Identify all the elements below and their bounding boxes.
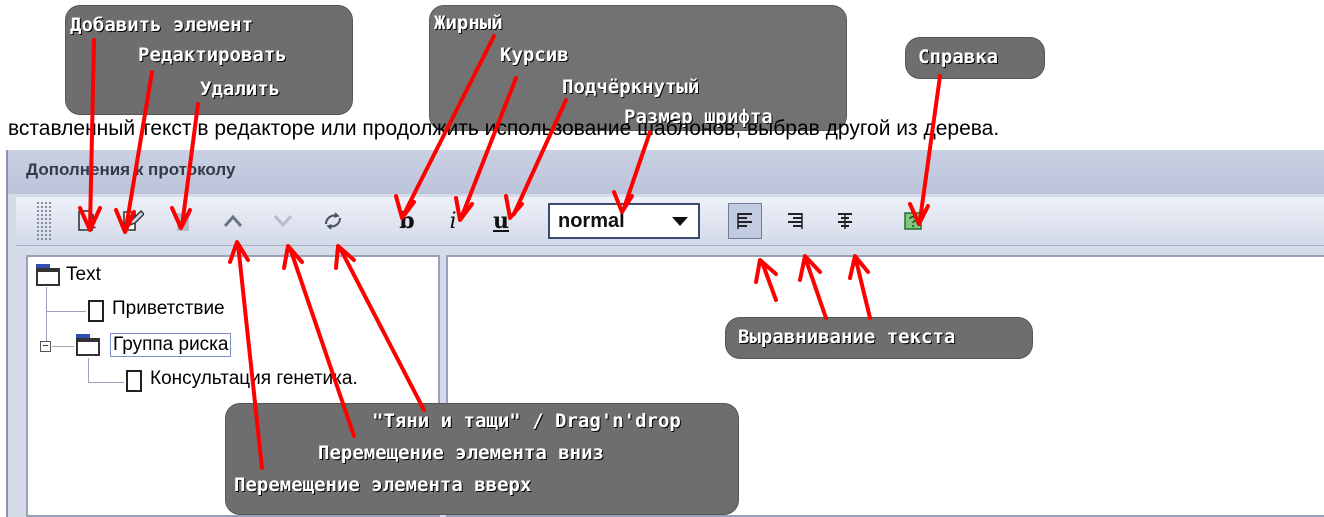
tree-item[interactable]: Консультация генетика. bbox=[150, 368, 358, 390]
callout-align-label: Выравнивание текста bbox=[738, 326, 956, 348]
collapse-icon[interactable]: − bbox=[40, 341, 51, 352]
callout-underline-label: Подчёркнутый bbox=[562, 76, 700, 98]
tree-connector bbox=[52, 346, 74, 347]
tree-item[interactable]: Приветствие bbox=[112, 298, 225, 320]
callout-italic-label: Курсив bbox=[500, 44, 569, 66]
callout-bold-label: Жирный bbox=[434, 12, 503, 34]
align-left-icon bbox=[737, 212, 753, 230]
font-size-select[interactable]: normal bbox=[548, 203, 700, 239]
move-down-button[interactable] bbox=[268, 205, 298, 237]
callout-help-label: Справка bbox=[918, 46, 999, 68]
callout-edit-label: Редактировать bbox=[138, 44, 287, 66]
tree-connector bbox=[88, 358, 89, 382]
align-left-button[interactable] bbox=[728, 203, 762, 239]
callout-text-format: Жирный Курсив Подчёркнутый Размер шрифта bbox=[430, 6, 846, 130]
window-title: Дополнения к протоколу bbox=[26, 160, 236, 179]
tree-connector bbox=[46, 311, 86, 312]
callout-drag-label: "Тяни и тащи" / Drag'n'drop bbox=[372, 410, 681, 432]
help-button[interactable] bbox=[898, 205, 928, 237]
callout-add-edit-delete: Добавить элемент Редактировать Удалить bbox=[66, 6, 352, 114]
document-icon bbox=[88, 300, 104, 322]
align-center-icon bbox=[837, 212, 853, 230]
chevron-down-icon bbox=[273, 213, 293, 229]
align-right-icon bbox=[787, 212, 803, 230]
underline-icon: u bbox=[493, 208, 509, 234]
callout-move-up-label: Перемещение элемента вверх bbox=[234, 474, 532, 496]
intro-text: вставленный текст в редакторе или продол… bbox=[8, 117, 1000, 140]
underline-button[interactable]: u bbox=[486, 205, 516, 237]
italic-icon: i bbox=[449, 208, 457, 234]
folder-icon bbox=[36, 264, 60, 286]
add-item-icon bbox=[77, 210, 97, 232]
edit-icon bbox=[122, 210, 144, 232]
add-item-button[interactable] bbox=[72, 205, 102, 237]
tree-root[interactable]: Text bbox=[66, 264, 101, 286]
align-right-button[interactable] bbox=[780, 205, 810, 237]
callout-delete-label: Удалить bbox=[200, 78, 281, 100]
callout-help: Справка bbox=[906, 38, 1044, 78]
italic-button[interactable]: i bbox=[438, 205, 468, 237]
drag-drop-button[interactable] bbox=[318, 205, 348, 237]
tree-connector bbox=[46, 287, 47, 347]
delete-button[interactable] bbox=[168, 205, 198, 237]
folder-icon bbox=[76, 334, 100, 356]
bold-button[interactable]: b bbox=[392, 205, 422, 237]
chevron-up-icon bbox=[223, 213, 243, 229]
callout-add-label: Добавить элемент bbox=[70, 14, 254, 36]
edit-button[interactable] bbox=[118, 205, 148, 237]
callout-move-drag: "Тяни и тащи" / Drag'n'drop Перемещение … bbox=[226, 404, 738, 514]
toolbar-grip[interactable] bbox=[36, 201, 52, 241]
chevron-down-icon bbox=[672, 217, 688, 226]
drag-drop-icon bbox=[322, 210, 344, 232]
move-up-button[interactable] bbox=[218, 205, 248, 237]
document-icon bbox=[126, 370, 142, 392]
tree-item-selected[interactable]: Группа риска bbox=[110, 333, 232, 357]
bold-icon: b bbox=[399, 208, 415, 234]
tree-connector bbox=[88, 382, 124, 383]
font-size-value: normal bbox=[558, 209, 625, 232]
align-center-button[interactable] bbox=[830, 205, 860, 237]
callout-move-down-label: Перемещение элемента вниз bbox=[318, 442, 604, 464]
help-icon bbox=[904, 212, 922, 230]
callout-align: Выравнивание текста bbox=[726, 318, 1032, 358]
trash-icon bbox=[174, 210, 192, 232]
